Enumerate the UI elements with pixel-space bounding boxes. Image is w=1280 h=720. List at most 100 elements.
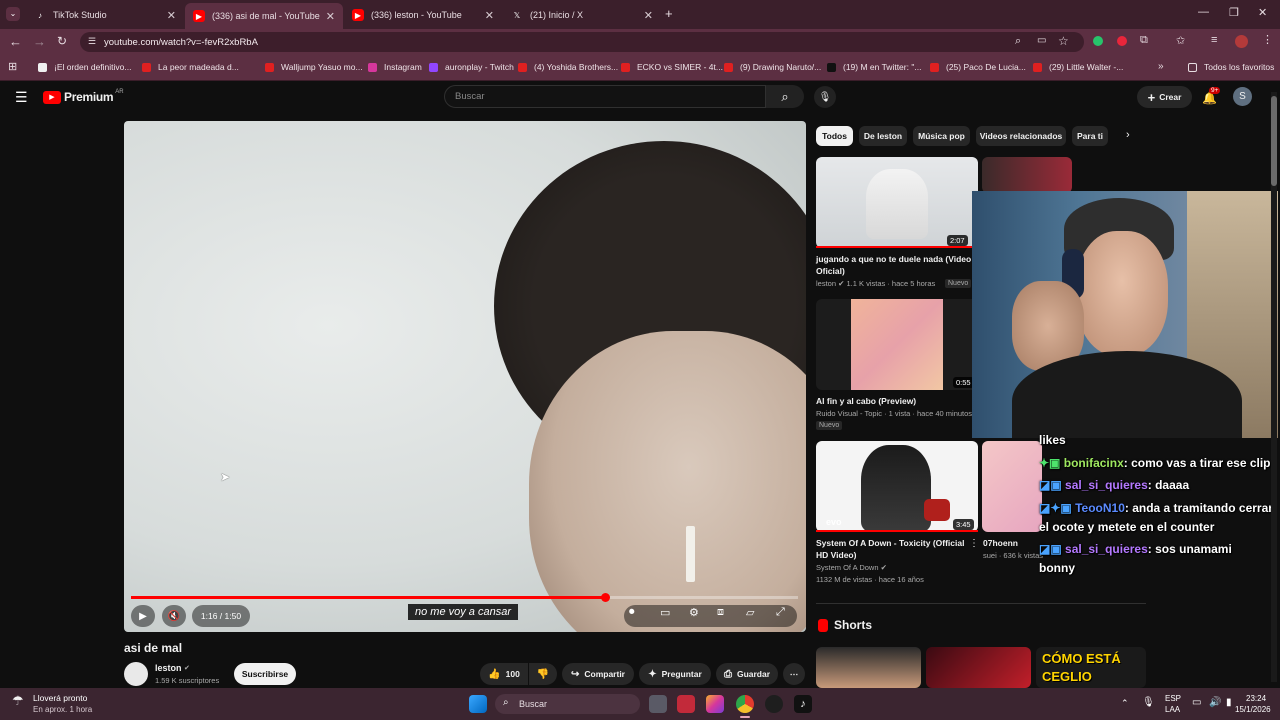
more-actions-button[interactable]: ⋯ <box>783 663 805 685</box>
bookmark-item[interactable]: ECKO vs SIMER - 4t... <box>621 62 723 72</box>
tiktok-icon[interactable]: ♪ <box>794 695 812 713</box>
youtube-logo[interactable]: ▶ Premium AR <box>43 89 124 104</box>
bookmark-star-icon[interactable]: ☆ <box>1058 34 1069 48</box>
bookmark-item[interactable]: (25) Paco De Lucia... <box>930 62 1026 72</box>
create-button[interactable]: + Crear <box>1137 86 1192 108</box>
close-icon[interactable]: ✕ <box>167 9 176 22</box>
mute-button[interactable]: 🔇 <box>162 605 186 627</box>
search-button[interactable]: ⌕ <box>766 85 804 108</box>
forward-icon[interactable]: → <box>33 34 46 49</box>
weather-text[interactable]: Lloverá pronto <box>33 693 87 703</box>
bookmark-item[interactable]: Instagram <box>368 62 422 72</box>
short-thumbnail[interactable] <box>816 647 921 688</box>
bookmark-item[interactable]: auronplay - Twitch <box>429 62 514 72</box>
bookmarks-folder[interactable]: Todos los favoritos <box>1188 62 1274 72</box>
chip-para-ti[interactable]: Para ti <box>1072 126 1108 146</box>
channel-avatar[interactable] <box>124 662 148 686</box>
tray-chevron-icon[interactable]: ⌃ <box>1121 698 1129 709</box>
network-icon[interactable]: ▭ <box>1192 697 1201 708</box>
progress-scrubber[interactable] <box>601 593 610 602</box>
close-icon[interactable]: ✕ <box>644 9 653 22</box>
windows-start-icon[interactable] <box>469 695 487 713</box>
bookmark-item[interactable]: La peor madeada d... <box>142 62 239 72</box>
related-channel-name[interactable]: 07hoenn <box>983 537 1018 549</box>
taskbar-search[interactable]: ⌕ Buscar <box>495 694 640 714</box>
search-input[interactable] <box>444 85 766 108</box>
url-text[interactable]: youtube.com/watch?v=-fevR2xbRbA <box>104 37 258 48</box>
dislike-button[interactable]: 👎 <box>529 663 557 685</box>
battery-icon[interactable]: ▮ <box>1226 697 1232 708</box>
chip-de-leston[interactable]: De leston <box>859 126 907 146</box>
tab-leston[interactable]: ▶ (336) leston - YouTube ✕ <box>344 3 502 27</box>
menu-icon[interactable]: ☰ <box>15 89 28 106</box>
related-title[interactable]: Al fin y al cabo (Preview) <box>816 395 976 407</box>
minimize-button[interactable]: — <box>1198 6 1209 18</box>
chip-musica-pop[interactable]: Música pop <box>913 126 970 146</box>
close-icon[interactable]: ✕ <box>485 9 494 22</box>
bookmark-item[interactable]: ¡El orden definitivo... <box>38 62 131 72</box>
related-thumbnail[interactable] <box>982 441 1042 532</box>
subscribe-button[interactable]: Suscribirse <box>234 663 296 685</box>
extensions-icon[interactable]: ⧉ <box>1140 34 1148 47</box>
save-button[interactable]: ⎙ Guardar <box>716 663 778 685</box>
site-info-icon[interactable]: ☰ <box>88 36 96 47</box>
short-thumbnail[interactable] <box>926 647 1031 688</box>
instagram-icon[interactable] <box>706 695 724 713</box>
file-explorer-icon[interactable] <box>649 695 667 713</box>
related-title[interactable]: System Of A Down - Toxicity (Official HD… <box>816 537 966 561</box>
app-red-icon[interactable] <box>677 695 695 713</box>
fullscreen-icon[interactable]: ⤢ <box>776 606 785 619</box>
language-indicator[interactable]: ESP <box>1165 694 1181 703</box>
tab-asi-de-mal[interactable]: ▶ (336) asi de mal - YouTube ✕ <box>185 3 343 29</box>
like-button[interactable]: 👍 100 <box>480 663 528 685</box>
extension-red-icon[interactable] <box>1117 36 1127 46</box>
github-icon[interactable] <box>765 695 783 713</box>
window-close-button[interactable]: ✕ <box>1258 6 1267 19</box>
channel-name[interactable]: leston <box>155 663 182 673</box>
apps-icon[interactable]: ⊞ <box>8 60 17 73</box>
short-thumbnail[interactable]: CÓMO ESTÁ CEGLIO <box>1036 647 1146 688</box>
favorites-icon[interactable]: ✩ <box>1176 34 1185 47</box>
weather-icon[interactable]: ☂ <box>12 693 24 709</box>
tab-search-icon[interactable]: ⌄ <box>6 7 20 21</box>
tab-x[interactable]: 𝕏 (21) Inicio / X ✕ <box>503 3 661 27</box>
profile-avatar[interactable] <box>1235 35 1248 48</box>
bookmark-item[interactable]: (19) M en Twitter: "... <box>827 62 921 72</box>
related-title[interactable]: jugando a que no te duele nada (Video Of… <box>816 253 976 277</box>
back-icon[interactable]: ← <box>9 34 22 49</box>
extension-green-icon[interactable] <box>1093 36 1103 46</box>
bookmark-item[interactable]: (4) Yoshida Brothers... <box>518 62 618 72</box>
related-thumbnail[interactable] <box>982 157 1072 193</box>
page-scrollbar-thumb[interactable] <box>1271 96 1277 186</box>
zoom-icon[interactable]: ⌕ <box>1015 35 1021 48</box>
chrome-icon[interactable] <box>736 695 754 713</box>
clock-time[interactable]: 23:24 <box>1246 694 1266 703</box>
voice-search-button[interactable]: 🎙 <box>814 86 836 108</box>
new-tab-button[interactable]: + <box>665 6 673 21</box>
more-vertical-icon[interactable]: ⋮ <box>969 538 979 549</box>
chip-videos-relacionados[interactable]: Videos relacionados <box>976 126 1066 146</box>
browser-menu-icon[interactable]: ⋮ <box>1262 33 1273 46</box>
bookmark-item[interactable]: (9) Drawing Naruto/... <box>724 62 821 72</box>
media-icon[interactable]: ≡ <box>1211 34 1217 46</box>
tray-mic-icon[interactable]: 🎙 <box>1142 697 1155 708</box>
chips-next-icon[interactable]: › <box>1126 129 1130 141</box>
restore-button[interactable]: ❐ <box>1229 6 1239 19</box>
chip-todos[interactable]: Todos <box>816 126 853 146</box>
miniplayer-icon[interactable]: ⧈ <box>717 606 724 619</box>
share-button[interactable]: ↪ Compartir <box>562 663 634 685</box>
ask-button[interactable]: ✦ Preguntar <box>639 663 711 685</box>
autoplay-toggle-icon[interactable]: ⏺ <box>629 606 635 619</box>
play-button[interactable]: ▶ <box>131 605 155 627</box>
bookmark-item[interactable]: Walljump Yasuo mo... <box>265 62 363 72</box>
cast-icon[interactable]: ▱ <box>746 606 754 619</box>
account-avatar[interactable]: S <box>1233 87 1252 106</box>
volume-icon[interactable]: 🔊 <box>1209 697 1221 708</box>
more-bookmarks-icon[interactable]: » <box>1158 61 1164 72</box>
tab-tiktok-studio[interactable]: ♪ TikTok Studio ✕ <box>26 3 184 27</box>
cast-icon[interactable]: ▭ <box>1037 35 1046 46</box>
bookmark-item[interactable]: (29) Little Walter -... <box>1033 62 1123 72</box>
close-icon[interactable]: ✕ <box>326 10 335 23</box>
subtitles-icon[interactable]: ▭ <box>660 606 670 619</box>
settings-gear-icon[interactable]: ⚙ <box>689 606 699 619</box>
